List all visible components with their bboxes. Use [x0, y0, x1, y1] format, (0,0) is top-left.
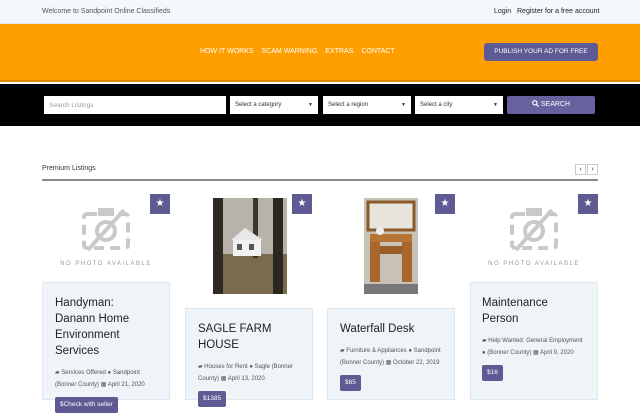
listing-title[interactable]: Handyman: Danann Home Environment Servic…	[55, 295, 157, 359]
publish-ad-button[interactable]: PUBLISH YOUR AD FOR FREE	[484, 43, 598, 61]
listing-meta: ▰ Houses for Rent ● Sagle (Bonner County…	[198, 361, 300, 385]
desk-photo	[364, 198, 418, 294]
listing-date: April 13, 2020	[227, 376, 265, 382]
main-nav: HOW IT WORKS SCAM WARNING EXTRAS CONTACT	[200, 48, 395, 55]
category-select[interactable]: Select a category ▼	[230, 96, 318, 114]
chevron-down-icon: ▼	[401, 102, 406, 108]
price-badge[interactable]: $16	[482, 365, 503, 381]
calendar-icon: ▦	[220, 376, 227, 382]
nav-scam-warning[interactable]: SCAM WARNING	[262, 48, 318, 55]
listing-date: October 22, 2019	[393, 360, 440, 366]
featured-star-button[interactable]: ★	[435, 194, 455, 214]
map-marker-icon: ●	[482, 350, 486, 356]
city-select[interactable]: Select a city ▼	[415, 96, 503, 114]
listing-meta: ▰ Services Offered ● Sandpoint (Bonner C…	[55, 367, 157, 391]
map-marker-icon: ●	[249, 364, 253, 370]
listing-location[interactable]: (Bonner County)	[487, 350, 531, 356]
listing-photo-desk[interactable]	[364, 198, 418, 294]
calendar-icon: ▦	[100, 382, 107, 388]
listing-title[interactable]: Maintenance Person	[482, 295, 586, 327]
listing-date: April 9, 2020	[540, 350, 574, 356]
region-select[interactable]: Select a region ▼	[323, 96, 411, 114]
carousel-arrows: ‹ ›	[575, 164, 598, 175]
tag-icon: ▰	[198, 364, 203, 370]
nav-contact[interactable]: CONTACT	[361, 48, 394, 55]
search-button-label: SEARCH	[540, 101, 571, 108]
top-bar: Welcome to Sandpoint Online Classifieds …	[0, 0, 640, 24]
price-badge[interactable]: $1385	[198, 391, 227, 407]
listing-category[interactable]: Furniture & Appliances	[346, 348, 406, 354]
listing-meta: ▰ Furniture & Appliances ● Sandpoint (Bo…	[340, 345, 442, 369]
listing-meta: ▰ Help Wanted: General Employment ● (Bon…	[482, 335, 586, 359]
listing-title[interactable]: Waterfall Desk	[340, 321, 442, 337]
featured-star-button[interactable]: ★	[578, 194, 598, 214]
no-camera-icon	[82, 208, 130, 252]
calendar-icon: ▦	[385, 360, 392, 366]
listing-category[interactable]: Help Wanted: General Employment	[488, 338, 582, 344]
listing-card: Waterfall Desk ▰ Furniture & Appliances …	[327, 308, 455, 400]
no-camera-icon	[510, 208, 558, 252]
carousel-prev-button[interactable]: ‹	[575, 164, 586, 175]
listing-card: Maintenance Person ▰ Help Wanted: Genera…	[470, 282, 598, 400]
map-marker-icon: ●	[408, 348, 412, 354]
no-photo-text: NO PHOTO AVAILABLE	[488, 261, 580, 267]
tag-icon: ▰	[340, 348, 345, 354]
listing-photo-farmhouse[interactable]	[213, 198, 287, 294]
header: HOW IT WORKS SCAM WARNING EXTRAS CONTACT…	[0, 24, 640, 82]
category-select-value: Select a category	[235, 102, 282, 108]
search-button[interactable]: SEARCH	[507, 96, 595, 114]
chevron-down-icon: ▼	[493, 102, 498, 108]
nav-extras[interactable]: EXTRAS	[325, 48, 353, 55]
register-link[interactable]: Register for a free account	[517, 8, 600, 15]
region-select-value: Select a region	[328, 102, 369, 108]
search-icon	[532, 100, 539, 107]
calendar-icon: ▦	[533, 350, 539, 356]
price-badge[interactable]: $Check with seller	[55, 397, 118, 413]
carousel-next-button[interactable]: ›	[587, 164, 598, 175]
tag-icon: ▰	[55, 370, 60, 376]
chevron-down-icon: ▼	[308, 102, 313, 108]
listing-card: SAGLE FARM HOUSE ▰ Houses for Rent ● Sag…	[185, 308, 313, 407]
featured-star-button[interactable]: ★	[150, 194, 170, 214]
nav-how-it-works[interactable]: HOW IT WORKS	[200, 48, 254, 55]
price-badge[interactable]: $65	[340, 375, 361, 391]
listing-category[interactable]: Houses for Rent	[204, 364, 247, 370]
login-link[interactable]: Login	[494, 8, 511, 15]
listing-date: April 21, 2020	[107, 382, 145, 388]
listing-card: Handyman: Danann Home Environment Servic…	[42, 282, 170, 413]
section-divider	[42, 179, 598, 181]
no-photo-text: NO PHOTO AVAILABLE	[60, 261, 152, 267]
search-bar: Select a category ▼ Select a region ▼ Se…	[0, 84, 640, 126]
map-marker-icon: ●	[107, 370, 112, 376]
city-select-value: Select a city	[420, 102, 453, 108]
tag-icon: ▰	[482, 338, 487, 344]
premium-listings-title: Premium Listings	[42, 165, 96, 172]
search-input[interactable]	[44, 96, 226, 114]
farmhouse-photo	[213, 198, 287, 294]
welcome-text: Welcome to Sandpoint Online Classifieds	[42, 8, 171, 15]
listing-title[interactable]: SAGLE FARM HOUSE	[198, 321, 300, 353]
listing-category[interactable]: Services Offered	[61, 370, 106, 376]
featured-star-button[interactable]: ★	[292, 194, 312, 214]
